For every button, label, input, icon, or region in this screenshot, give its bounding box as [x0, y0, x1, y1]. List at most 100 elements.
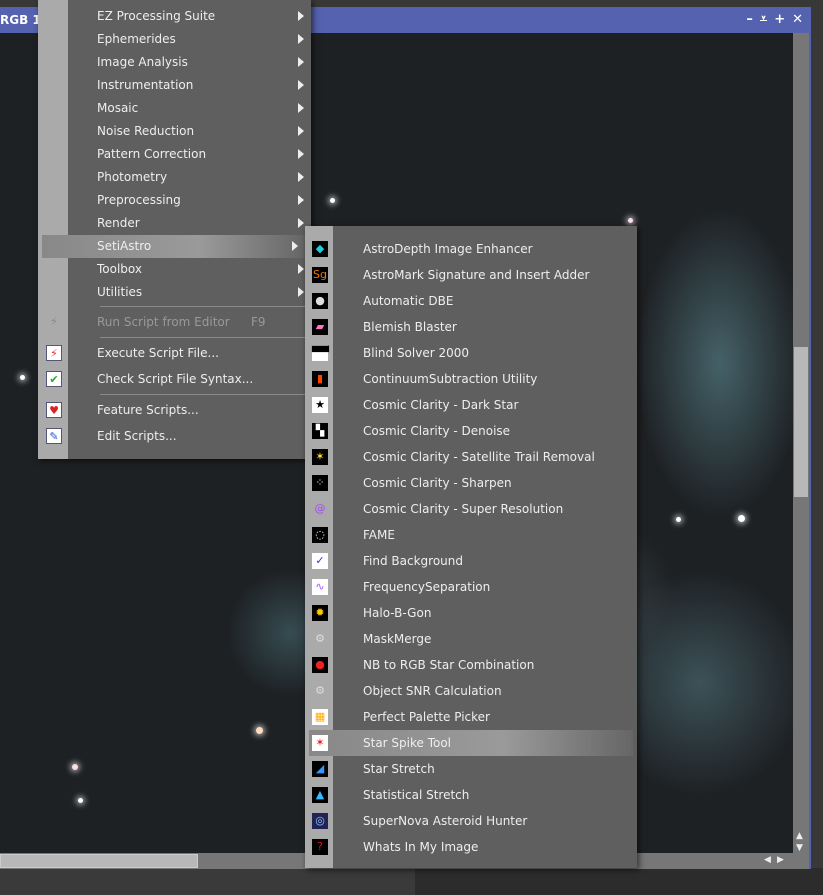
script-check-icon: ✔ — [46, 371, 62, 387]
stretch-icon: ◢ — [312, 761, 328, 777]
menu-item-whats-in-my-image[interactable]: ? Whats In My Image — [305, 834, 637, 860]
menu-item-astrodepth-image-enhancer[interactable]: ◆ AstroDepth Image Enhancer — [305, 236, 637, 262]
scroll-down-arrow[interactable]: ▼ — [796, 843, 803, 853]
menu-item-mosaic[interactable]: Mosaic — [38, 97, 311, 120]
star — [72, 764, 78, 770]
star — [738, 515, 745, 522]
cube-icon: ◆ — [312, 241, 328, 257]
submenu-arrow-icon — [298, 34, 304, 44]
menu-item-setiastro[interactable]: SetiAstro — [42, 235, 305, 258]
menu-item-star-spike-tool[interactable]: ✶ Star Spike Tool — [309, 730, 633, 756]
star — [330, 198, 335, 203]
menu-item-frequencyseparation[interactable]: ∿ FrequencySeparation — [305, 574, 637, 600]
menu-item-noise-reduction[interactable]: Noise Reduction — [38, 120, 311, 143]
menu-item-feature-scripts[interactable]: ♥ Feature Scripts... — [38, 399, 311, 422]
maximize-button[interactable]: + — [774, 12, 785, 27]
close-button[interactable]: ✕ — [792, 12, 803, 27]
menu-item-ez-processing-suite[interactable]: EZ Processing Suite — [38, 5, 311, 28]
spike-icon: ✶ — [312, 735, 328, 751]
wave-icon: ∿ — [312, 579, 328, 595]
menu-item-supernova-asteroid-hunter[interactable]: ◎ SuperNova Asteroid Hunter — [305, 808, 637, 834]
horizontal-scroll-thumb[interactable] — [0, 854, 198, 868]
checkmark-icon: ✓ — [312, 553, 328, 569]
signature-icon: Sg — [312, 267, 328, 283]
menu-item-instrumentation[interactable]: Instrumentation — [38, 74, 311, 97]
menu-item-statistical-stretch[interactable]: ▲ Statistical Stretch — [305, 782, 637, 808]
menu-item-perfect-palette-picker[interactable]: ▦ Perfect Palette Picker — [305, 704, 637, 730]
submenu-arrow-icon — [298, 126, 304, 136]
palette-icon: ▦ — [312, 709, 328, 725]
separator — [100, 337, 307, 338]
menu-item-preprocessing[interactable]: Preprocessing — [38, 189, 311, 212]
scroll-left-arrow[interactable]: ◀ — [764, 855, 771, 865]
rgb-dots-icon: ● — [312, 657, 328, 673]
mask-icon: ◌ — [312, 527, 328, 543]
histogram-icon: ▲ — [312, 787, 328, 803]
workspace-background — [0, 868, 823, 895]
script-edit-icon: ✎ — [46, 428, 62, 444]
spectrum-icon: ▮ — [312, 371, 328, 387]
submenu-arrow-icon — [298, 80, 304, 90]
menu-item-toolbox[interactable]: Toolbox — [38, 258, 311, 281]
submenu-arrow-icon — [298, 287, 304, 297]
submenu-arrow-icon — [298, 149, 304, 159]
nova-icon: ◎ — [312, 813, 328, 829]
menu-item-blind-solver-2000[interactable]: ▀▀ Blind Solver 2000 — [305, 340, 637, 366]
gear-icon: ⚙ — [315, 684, 325, 697]
menu-item-star-stretch[interactable]: ◢ Star Stretch — [305, 756, 637, 782]
submenu-arrow-icon — [298, 57, 304, 67]
shade-button[interactable]: ⩡ — [760, 12, 767, 27]
menu-item-check-script-file-syntax[interactable]: ✔ Check Script File Syntax... — [38, 368, 311, 391]
menu-item-automatic-dbe[interactable]: ● Automatic DBE — [305, 288, 637, 314]
menu-item-cosmic-clarity-denoise[interactable]: ▚ Cosmic Clarity - Denoise — [305, 418, 637, 444]
eraser-icon: ▰ — [312, 319, 328, 335]
star — [20, 375, 25, 380]
menu-item-edit-scripts[interactable]: ✎ Edit Scripts... — [38, 425, 311, 448]
menu-item-object-snr-calculation[interactable]: ⚙ Object SNR Calculation — [305, 678, 637, 704]
lightning-icon: ⚡ — [50, 315, 58, 328]
menu-item-image-analysis[interactable]: Image Analysis — [38, 51, 311, 74]
separator — [100, 306, 307, 307]
menu-item-cosmic-clarity-dark-star[interactable]: ★ Cosmic Clarity - Dark Star — [305, 392, 637, 418]
menu-item-cosmic-clarity-satellite-trail-removal[interactable]: ✶ Cosmic Clarity - Satellite Trail Remova… — [305, 444, 637, 470]
menu-item-run-from-editor: ⚡ Run Script from Editor F9 — [38, 311, 311, 334]
menu-item-render[interactable]: Render — [38, 212, 311, 235]
noise-icon: ▚ — [312, 423, 328, 439]
menu-item-ephemerides[interactable]: Ephemerides — [38, 28, 311, 51]
menu-item-utilities[interactable]: Utilities — [38, 281, 311, 304]
scroll-up-arrow[interactable]: ▲ — [796, 831, 803, 841]
shortcut-label: F9 — [251, 315, 266, 329]
menu-item-halo-b-gon[interactable]: ✹ Halo-B-Gon — [305, 600, 637, 626]
satellite-icon: ✶ — [312, 449, 328, 465]
separator — [100, 394, 307, 395]
star — [78, 798, 83, 803]
menu-item-continuumsubtraction-utility[interactable]: ▮ ContinuumSubtraction Utility — [305, 366, 637, 392]
menu-item-pattern-correction[interactable]: Pattern Correction — [38, 143, 311, 166]
menu-item-nb-to-rgb-star-combination[interactable]: ● NB to RGB Star Combination — [305, 652, 637, 678]
submenu-arrow-icon — [298, 11, 304, 21]
menu-item-photometry[interactable]: Photometry — [38, 166, 311, 189]
menu-item-fame[interactable]: ◌ FAME — [305, 522, 637, 548]
submenu-arrow-icon — [292, 241, 298, 251]
scroll-right-arrow[interactable]: ▶ — [777, 855, 784, 865]
gradient-icon: ● — [312, 293, 328, 309]
vertical-scrollbar[interactable]: ▲ ▼ — [793, 33, 809, 853]
minimize-button[interactable]: – — [746, 12, 753, 27]
script-execute-icon: ⚡ — [46, 345, 62, 361]
menu-item-astromark-signature-and-insert-adder[interactable]: Sg AstroMark Signature and Insert Adder — [305, 262, 637, 288]
submenu-arrow-icon — [298, 264, 304, 274]
menu-item-cosmic-clarity-sharpen[interactable]: ⁘ Cosmic Clarity - Sharpen — [305, 470, 637, 496]
menu-item-maskmerge[interactable]: ⚙ MaskMerge — [305, 626, 637, 652]
submenu-arrow-icon — [298, 195, 304, 205]
menu-item-cosmic-clarity-super-resolution[interactable]: @ Cosmic Clarity - Super Resolution — [305, 496, 637, 522]
star-icon: ★ — [312, 397, 328, 413]
question-icon: ? — [312, 839, 328, 855]
vertical-scroll-thumb[interactable] — [794, 347, 808, 497]
menu-item-blemish-blaster[interactable]: ▰ Blemish Blaster — [305, 314, 637, 340]
menu-item-execute-script-file[interactable]: ⚡ Execute Script File... — [38, 342, 311, 365]
star — [676, 517, 681, 522]
menu-item-find-background[interactable]: ✓ Find Background — [305, 548, 637, 574]
star — [628, 218, 633, 223]
script-feature-icon: ♥ — [46, 402, 62, 418]
submenu-arrow-icon — [298, 172, 304, 182]
